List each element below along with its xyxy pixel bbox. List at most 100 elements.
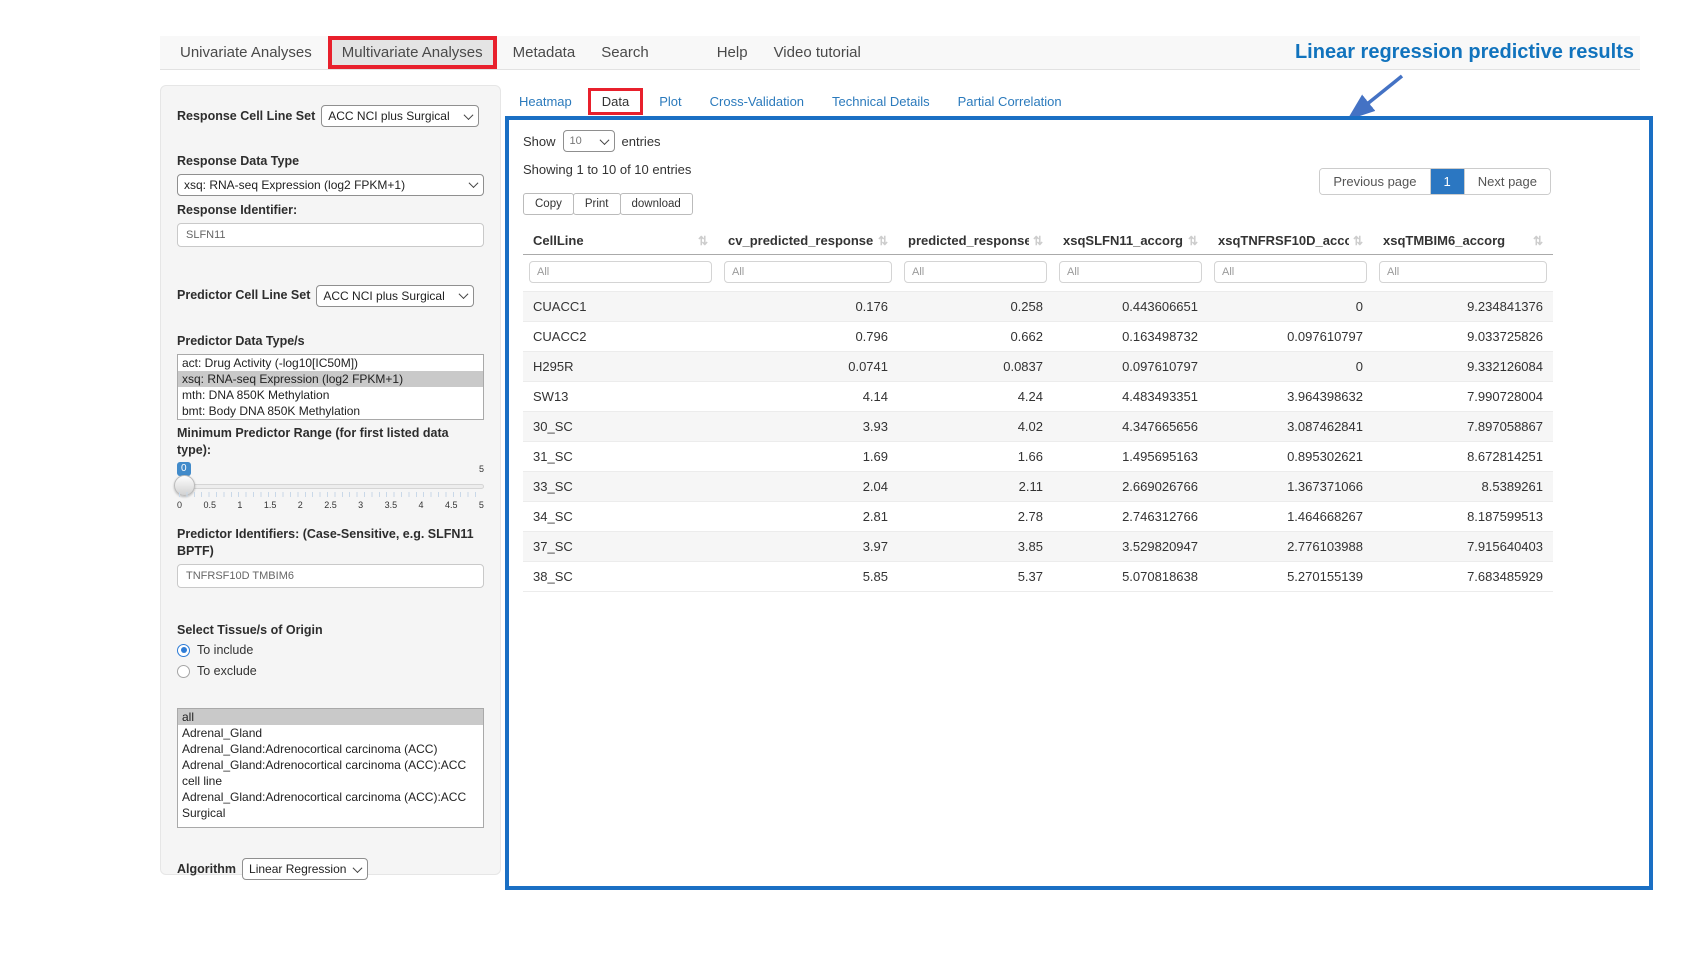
value-cell: 4.14 — [718, 382, 898, 412]
column-filter-input-cv-predicted-response[interactable] — [724, 261, 892, 283]
min-predictor-range-slider[interactable]: 0 5 00.511.522.533.544.55 — [177, 462, 484, 514]
value-cell: 3.964398632 — [1208, 382, 1373, 412]
value-cell: 9.033725826 — [1373, 322, 1553, 352]
data-type-option-mth[interactable]: mth: DNA 850K Methylation — [178, 387, 483, 403]
page-number-button[interactable]: 1 — [1430, 169, 1464, 194]
predictor-cell-line-set-select[interactable]: ACC NCI plus Surgical — [316, 285, 474, 307]
column-filter-input-xsqslfn11-accorg[interactable] — [1059, 261, 1202, 283]
column-header-xsqtnfrsf10d-accorg[interactable]: xsqTNFRSF10D_accorg ⇅ — [1208, 225, 1373, 255]
column-filter-input-cellline[interactable] — [529, 261, 712, 283]
value-cell: 3.529820947 — [1053, 532, 1208, 562]
tissue-radio-to-exclude[interactable]: To exclude — [177, 664, 484, 678]
tissue-option[interactable]: Adrenal_Gland:Adrenocortical carcinoma (… — [178, 789, 483, 821]
tissue-origin-listbox[interactable]: allAdrenal_GlandAdrenal_Gland:Adrenocort… — [177, 708, 484, 828]
download-button[interactable]: download — [620, 193, 693, 215]
tissue-option[interactable]: all — [178, 709, 483, 725]
column-filter-input-xsqtmbim6-accorg[interactable] — [1379, 261, 1547, 283]
chevron-down-icon — [353, 863, 363, 873]
radio-button-icon[interactable] — [177, 665, 190, 678]
response-cell-line-set-select[interactable]: ACC NCI plus Surgical — [321, 105, 479, 127]
table-body: CUACC10.1760.2580.44360665109.234841376C… — [523, 292, 1553, 592]
slider-tick-label: 4 — [419, 500, 424, 510]
algorithm-value: Linear Regression — [249, 862, 346, 876]
cellline-cell: 31_SC — [523, 442, 718, 472]
column-header-cellline[interactable]: CellLine⇅ — [523, 225, 718, 255]
nav-item-search[interactable]: Search — [591, 38, 659, 67]
data-type-option-bmt[interactable]: bmt: Body DNA 850K Methylation — [178, 403, 483, 419]
column-header-label: xsqTNFRSF10D_accorg — [1218, 233, 1349, 248]
table-row: 34_SC2.812.782.7463127661.4646682678.187… — [523, 502, 1553, 532]
slider-tick-label: 0.5 — [203, 500, 216, 510]
predictor-cell-line-set-value: ACC NCI plus Surgical — [323, 289, 444, 303]
predictor-data-types-listbox[interactable]: act: Drug Activity (-log10[IC50M])xsq: R… — [177, 354, 484, 420]
column-header-xsqslfn11-accorg[interactable]: xsqSLFN11_accorg⇅ — [1053, 225, 1208, 255]
value-cell: 2.78 — [898, 502, 1053, 532]
tissue-option[interactable]: Adrenal_Gland:Adrenocortical carcinoma (… — [178, 757, 483, 789]
nav-item-univariate-analyses[interactable]: Univariate Analyses — [170, 38, 322, 67]
copy-button[interactable]: Copy — [523, 193, 574, 215]
table-row: CUACC20.7960.6620.1634987320.0976107979.… — [523, 322, 1553, 352]
chevron-down-icon — [599, 135, 609, 145]
tissue-option[interactable]: Adrenal_Gland:Adrenocortical carcinoma (… — [178, 741, 483, 757]
nav-item-help[interactable]: Help — [707, 38, 758, 67]
sort-icon[interactable]: ⇅ — [698, 234, 708, 248]
data-type-option-act[interactable]: act: Drug Activity (-log10[IC50M]) — [178, 355, 483, 371]
results-panel: Show 10 entries Showing 1 to 10 of 10 en… — [505, 116, 1653, 890]
algorithm-select[interactable]: Linear Regression — [242, 858, 368, 880]
nav-item-multivariate-analyses[interactable]: Multivariate Analyses — [328, 36, 497, 69]
value-cell: 2.669026766 — [1053, 472, 1208, 502]
value-cell: 4.483493351 — [1053, 382, 1208, 412]
nav-item-video-tutorial[interactable]: Video tutorial — [764, 38, 871, 67]
column-header-cv-predicted-response[interactable]: cv_predicted_response⇅ — [718, 225, 898, 255]
tab-partial-correlation[interactable]: Partial Correlation — [944, 89, 1076, 114]
value-cell: 0.258 — [898, 292, 1053, 322]
column-filter-input-predicted-response[interactable] — [904, 261, 1047, 283]
sort-icon[interactable]: ⇅ — [1353, 234, 1363, 248]
tissue-option[interactable]: Adrenal_Gland — [178, 725, 483, 741]
sidebar-panel: Response Cell Line Set ACC NCI plus Surg… — [160, 85, 501, 875]
tab-heatmap[interactable]: Heatmap — [505, 89, 586, 114]
table-row: SW134.144.244.4834933513.9643986327.9907… — [523, 382, 1553, 412]
column-filter-input-xsqtnfrsf10d-accorg[interactable] — [1214, 261, 1367, 283]
min-predictor-range-label: Minimum Predictor Range (for first liste… — [177, 425, 484, 459]
column-filter-cell — [718, 255, 898, 292]
response-identifier-input[interactable] — [177, 223, 484, 247]
nav-item-metadata[interactable]: Metadata — [503, 38, 586, 67]
tab-technical-details[interactable]: Technical Details — [818, 89, 944, 114]
tissue-origin-radios: To include To exclude — [177, 643, 484, 678]
sort-icon[interactable]: ⇅ — [1533, 234, 1543, 248]
predictor-identifiers-input[interactable] — [177, 564, 484, 588]
value-cell: 0.0837 — [898, 352, 1053, 382]
table-row: 33_SC2.042.112.6690267661.3673710668.538… — [523, 472, 1553, 502]
cellline-cell: 38_SC — [523, 562, 718, 592]
app: Univariate AnalysesMultivariate Analyses… — [0, 0, 1700, 956]
value-cell: 0.895302621 — [1208, 442, 1373, 472]
column-header-xsqtmbim6-accorg[interactable]: xsqTMBIM6_accorg⇅ — [1373, 225, 1553, 255]
column-header-inner: xsqTNFRSF10D_accorg ⇅ — [1218, 233, 1363, 248]
predictor-identifiers-label: Predictor Identifiers: (Case-Sensitive, … — [177, 526, 477, 560]
previous-page-button[interactable]: Previous page — [1320, 169, 1429, 194]
response-data-type-select[interactable]: xsq: RNA-seq Expression (log2 FPKM+1) — [177, 174, 484, 196]
value-cell: 3.97 — [718, 532, 898, 562]
next-page-button[interactable]: Next page — [1464, 169, 1550, 194]
column-header-predicted-response[interactable]: predicted_response⇅ — [898, 225, 1053, 255]
slider-tick-label: 2.5 — [324, 500, 337, 510]
sort-icon[interactable]: ⇅ — [1188, 234, 1198, 248]
value-cell: 0.163498732 — [1053, 322, 1208, 352]
data-type-option-xsq[interactable]: xsq: RNA-seq Expression (log2 FPKM+1) — [178, 371, 483, 387]
header-row: CellLine⇅cv_predicted_response⇅predicted… — [523, 225, 1553, 255]
tissue-radio-to-include[interactable]: To include — [177, 643, 484, 657]
slider-track[interactable] — [177, 484, 484, 489]
tab-plot[interactable]: Plot — [645, 89, 695, 114]
tab-cross-validation[interactable]: Cross-Validation — [696, 89, 818, 114]
print-button[interactable]: Print — [573, 193, 621, 215]
tab-data[interactable]: Data — [588, 88, 643, 115]
predictor-data-types-label: Predictor Data Type/s — [177, 333, 484, 350]
entries-select[interactable]: 10 — [563, 130, 615, 152]
value-cell: 7.897058867 — [1373, 412, 1553, 442]
sort-icon[interactable]: ⇅ — [878, 234, 888, 248]
slider-tick-labels: 00.511.522.533.544.55 — [177, 500, 484, 510]
sort-icon[interactable]: ⇅ — [1033, 234, 1043, 248]
value-cell: 0.0741 — [718, 352, 898, 382]
radio-button-icon[interactable] — [177, 644, 190, 657]
